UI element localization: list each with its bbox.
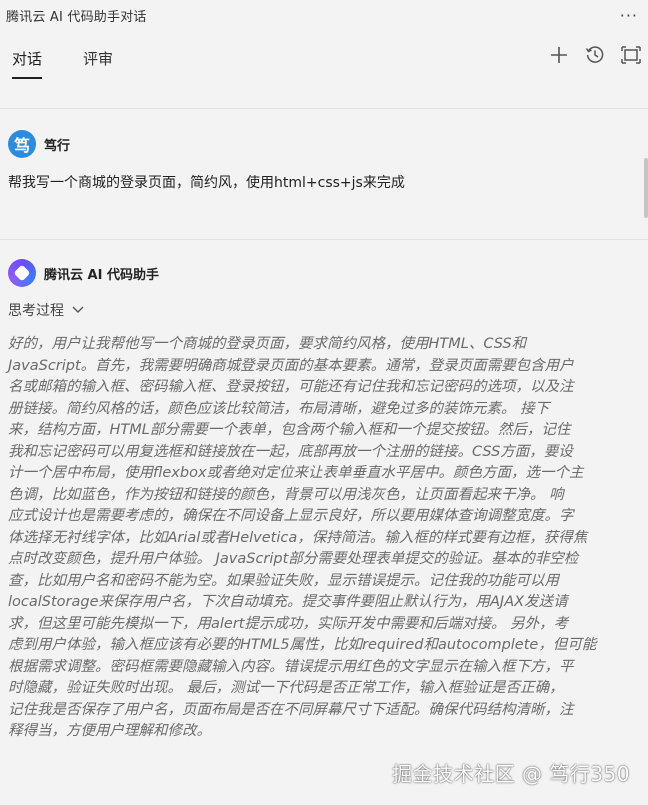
expand-icon[interactable] [620, 44, 642, 66]
more-options-icon[interactable]: ··· [620, 6, 648, 25]
reasoning-line: 查，比如用户名和密码不能为空。如果验证失败，显示错误提示。记住我的功能可以用 [8, 572, 559, 589]
assistant-header: 腾讯云 AI 代码助手 [8, 259, 159, 287]
avatar: 笃 [8, 130, 36, 158]
reasoning-text: 好的，用户让我帮他写一个商城的登录页面，要求简约风格，使用HTML、CSS和 J… [8, 334, 622, 743]
window-title: 腾讯云 AI 代码助手对话 [6, 9, 147, 25]
reasoning-line: 我和忘记密码可以用复选框和链接放在一起，底部再放一个注册的链接。CSS方面，要设 [8, 443, 573, 460]
reasoning-line: 册链接。简约风格的话，颜色应该比较简洁，布局清晰，避免过多的装饰元素。 接下 [8, 400, 550, 417]
reasoning-line: 好的，用户让我帮他写一个商城的登录页面，要求简约风格，使用HTML、CSS和 [8, 336, 527, 352]
reasoning-line: 应式设计也是需要考虑的，确保在不同设备上显示良好，所以要用媒体查询调整宽度。字 [8, 508, 574, 524]
header-divider [0, 108, 648, 109]
chevron-down-icon [72, 306, 84, 313]
watermark: 掘金技术社区 @ 笃行350 [392, 762, 630, 786]
tab-chat[interactable]: 对话 [12, 48, 43, 79]
reasoning-line: 名或邮箱的输入框、密码输入框、登录按钮，可能还有记住我和忘记密码的选项，以及注 [8, 379, 574, 395]
plus-icon[interactable] [548, 44, 570, 66]
reasoning-line: 记住我是否保存了用户名，页面布局是否在不同屏幕尺寸下适配。确保代码结构清晰，注 [8, 701, 574, 718]
user-name: 笃行 [44, 138, 71, 154]
reasoning-line: 虑到用户体验，输入框应该有必要的HTML5属性，比如required和autoc… [8, 637, 597, 653]
thinking-label: 思考过程 [8, 303, 64, 319]
assistant-name: 腾讯云 AI 代码助手 [44, 267, 159, 283]
message-divider [0, 239, 648, 240]
reasoning-line: localStorage来保存用户名，下次自动填充。提交事件要阻止默认行为，用A… [8, 594, 568, 610]
avatar-char: 笃 [13, 136, 30, 155]
reasoning-line: 色调，比如蓝色，作为按钮和链接的颜色，背景可以用浅灰色，让页面看起来干净。 响 [8, 486, 564, 503]
reasoning-line: 求，但这里可能先模拟一下，用alert提示成功，实际开发中需要和后端对接。 另外… [8, 615, 569, 632]
tab-review[interactable]: 评审 [83, 48, 113, 77]
reasoning-line: 来，结构方面，HTML部分需要一个表单，包含两个输入框和一个提交按钮。然后，记住 [8, 422, 571, 438]
history-icon[interactable] [584, 44, 606, 66]
reasoning-line: 点时改变颜色，提升用户体验。 JavaScript部分需要处理表单提交的验证。基… [8, 551, 579, 567]
user-message-header: 笃 笃行 [8, 130, 70, 158]
user-message-text: 帮我写一个商城的登录页面，简约风，使用html+css+js来完成 [8, 175, 405, 191]
reasoning-line: 根据需求调整。密码框需要隐藏输入内容。错误提示用红色的文字显示在输入框下方，平 [8, 658, 574, 675]
reasoning-line: 释得当，方便用户理解和修改。 [8, 723, 211, 739]
thinking-toggle[interactable]: 思考过程 [8, 300, 84, 320]
reasoning-line: JavaScript。首先，我需要明确商城登录页面的基本要素。通常，登录页面需要… [8, 357, 574, 374]
assistant-logo-icon [8, 259, 36, 287]
toolbar [548, 44, 642, 66]
title-bar: 腾讯云 AI 代码助手对话 ··· [0, 0, 648, 30]
scrollbar[interactable] [644, 158, 648, 218]
reasoning-line: 时隐藏，验证失败时出现。 最后，测试一下代码是否正常工作，输入框验证是否正确， [8, 680, 564, 696]
reasoning-line: 体选择无衬线字体，比如Arial或者Helvetica，保持简洁。输入框的样式要… [8, 529, 588, 546]
reasoning-line: 计一个居中布局，使用flexbox或者绝对定位来让表单垂直水平居中。颜色方面，选… [8, 465, 584, 481]
